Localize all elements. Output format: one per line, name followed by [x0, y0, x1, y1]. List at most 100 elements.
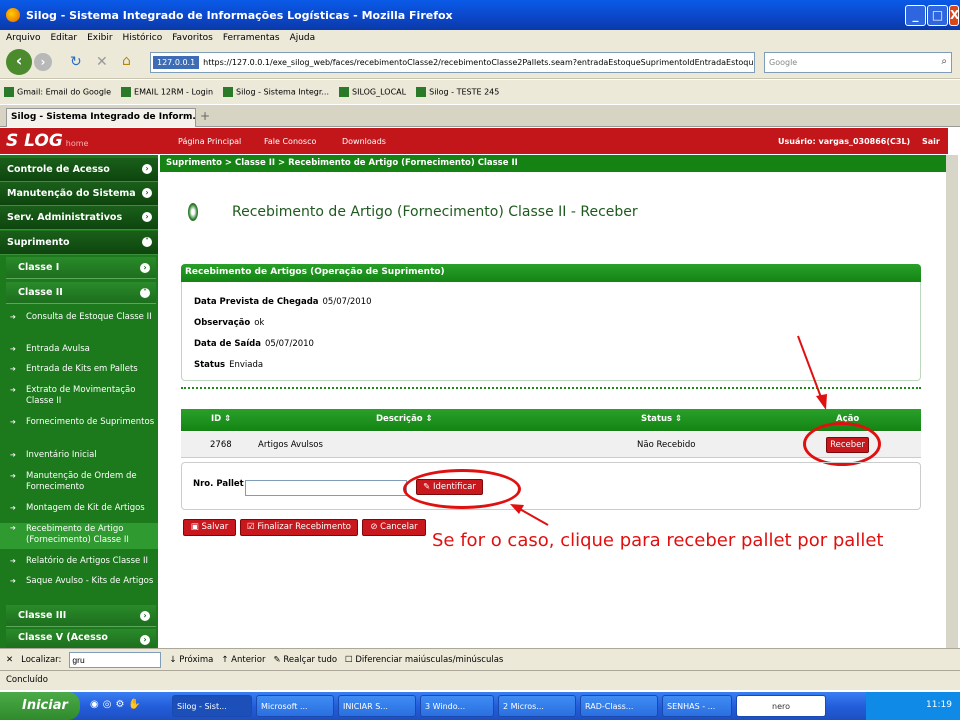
- expand-icon: ›: [140, 611, 150, 621]
- bookmark-icon: [223, 87, 234, 97]
- collapse-icon: ˅: [142, 237, 152, 247]
- home-icon[interactable]: ⌂: [122, 53, 131, 69]
- highlight-all-button[interactable]: ✎ Realçar tudo: [274, 655, 338, 665]
- downloads-link[interactable]: Downloads: [342, 137, 386, 146]
- menu-item-ordem-fornecimento[interactable]: Manutenção de Ordem de Fornecimento: [0, 471, 158, 493]
- expand-icon: ›: [142, 188, 152, 198]
- pallet-number-input[interactable]: [245, 480, 407, 496]
- bookmark-icon: [416, 87, 427, 97]
- task-iniciar[interactable]: INICIAR S...: [338, 695, 416, 717]
- bookmark-silog[interactable]: Silog - Sistema Integr...: [223, 87, 329, 97]
- menu-historico[interactable]: Histórico: [123, 33, 163, 43]
- maximize-button[interactable]: □: [927, 5, 948, 26]
- page-scrollbar[interactable]: [946, 155, 958, 648]
- annotation-text: Se for o caso, clique para receber palle…: [432, 530, 884, 551]
- menu-bar: Arquivo Editar Exibir Histórico Favorito…: [0, 30, 960, 45]
- search-placeholder: Google: [769, 58, 798, 67]
- forward-icon[interactable]: ›: [34, 53, 52, 71]
- menu-item-consulta-estoque[interactable]: Consulta de Estoque Classe II: [0, 312, 158, 323]
- find-prev-button[interactable]: ↑ Anterior: [221, 655, 265, 665]
- menu-item-montagem-kit[interactable]: Montagem de Kit de Artigos: [0, 503, 158, 514]
- task-windows[interactable]: 3 Windo...: [420, 695, 494, 717]
- app-header: S LOG home Página Principal Fale Conosco …: [0, 128, 948, 154]
- url-bar[interactable]: 127.0.0.1 https://127.0.0.1/exe_silog_we…: [150, 52, 755, 73]
- search-icon[interactable]: ⌕: [941, 56, 947, 67]
- arrowhead-icon: [816, 394, 827, 410]
- exit-link[interactable]: Sair: [922, 137, 940, 146]
- bookmark-email[interactable]: EMAIL 12RM - Login: [121, 87, 213, 97]
- field-departure-date: Data de Saída 05/07/2010: [194, 339, 314, 349]
- reload-icon[interactable]: ↻: [70, 54, 82, 70]
- url-text: https://127.0.0.1/exe_silog_web/faces/re…: [203, 58, 755, 67]
- expand-icon: ›: [142, 164, 152, 174]
- contact-link[interactable]: Fale Conosco: [264, 137, 316, 146]
- back-icon[interactable]: ‹: [6, 49, 32, 75]
- sidebar-item-servicos[interactable]: Serv. Administrativos ›: [0, 206, 158, 230]
- close-find-icon[interactable]: ✕: [6, 655, 13, 665]
- menu-ajuda[interactable]: Ajuda: [290, 33, 316, 43]
- close-button[interactable]: X: [949, 5, 959, 26]
- menu-item-relatorio[interactable]: Relatório de Artigos Classe II: [0, 556, 158, 567]
- start-button[interactable]: Iniciar: [0, 692, 80, 720]
- site-identity-badge[interactable]: 127.0.0.1: [153, 56, 200, 69]
- sidebar-item-suprimento[interactable]: Suprimento ˅: [0, 231, 158, 255]
- task-microsoft[interactable]: Microsoft ...: [256, 695, 334, 717]
- sidebar-item-classe-1[interactable]: Classe I ›: [6, 257, 156, 279]
- home-link[interactable]: Página Principal: [178, 137, 241, 146]
- bookmark-icon: [339, 87, 350, 97]
- find-input[interactable]: [69, 651, 162, 668]
- bookmark-silog-local[interactable]: SILOG_LOCAL: [339, 87, 406, 97]
- save-button[interactable]: ▣ Salvar: [183, 519, 236, 536]
- arrow-to-receber: [797, 335, 823, 401]
- sidebar-item-classe-3[interactable]: Classe III ›: [6, 605, 156, 627]
- menu-ferramentas[interactable]: Ferramentas: [223, 33, 280, 43]
- menu-item-entrada-kits[interactable]: Entrada de Kits em Pallets: [0, 364, 158, 375]
- find-next-button[interactable]: ↓ Próxima: [169, 655, 213, 665]
- col-description[interactable]: Descrição ⇕: [376, 414, 433, 424]
- field-expected-date: Data Prevista de Chegada 05/07/2010: [194, 297, 372, 307]
- task-nero[interactable]: nero: [736, 695, 826, 717]
- silog-logo[interactable]: S LOG home: [6, 131, 88, 151]
- menu-item-saque-avulso[interactable]: Saque Avulso - Kits de Artigos: [0, 576, 158, 587]
- menu-item-inventario[interactable]: Inventário Inicial: [0, 450, 158, 461]
- menu-item-fornecimento[interactable]: Fornecimento de Suprimentos: [0, 417, 158, 428]
- task-micros[interactable]: 2 Micros...: [498, 695, 576, 717]
- menu-item-entrada-avulsa[interactable]: Entrada Avulsa: [0, 344, 158, 355]
- sidebar-item-controle-acesso[interactable]: Controle de Acesso ›: [0, 158, 158, 182]
- col-id[interactable]: ID ⇕: [211, 414, 231, 424]
- tab-silog[interactable]: Silog - Sistema Integrado de Inform...: [6, 108, 196, 127]
- menu-item-extrato[interactable]: Extrato de Movimentação Classe II: [0, 385, 158, 407]
- menu-editar[interactable]: Editar: [50, 33, 77, 43]
- quicklaunch-icons[interactable]: ◉◎⚙✋: [90, 699, 145, 710]
- window-titlebar: Silog - Sistema Integrado de Informações…: [0, 0, 960, 30]
- arrowhead-icon: [510, 504, 524, 514]
- sidebar-item-classe-2[interactable]: Classe II ˅: [6, 282, 156, 304]
- bookmark-icon: [4, 87, 14, 97]
- sidebar-item-manutencao[interactable]: Manutenção do Sistema ›: [0, 182, 158, 206]
- expand-icon: ›: [140, 263, 150, 273]
- sidebar-item-classe-5[interactable]: Classe V (Acesso ›: [6, 629, 156, 649]
- menu-favoritos[interactable]: Favoritos: [172, 33, 213, 43]
- stop-icon[interactable]: ✕: [96, 54, 108, 70]
- finish-button[interactable]: ☑ Finalizar Recebimento: [240, 519, 358, 536]
- status-bar: Concluído: [0, 670, 960, 690]
- tab-strip: Silog - Sistema Integrado de Inform... +: [0, 105, 960, 127]
- cancel-icon: ⊘: [370, 522, 381, 532]
- task-rad[interactable]: RAD-Class...: [580, 695, 658, 717]
- panel-title: Recebimento de Artigos (Operação de Supr…: [181, 264, 921, 282]
- page-title: Recebimento de Artigo (Fornecimento) Cla…: [232, 204, 638, 220]
- menu-arquivo[interactable]: Arquivo: [6, 33, 40, 43]
- menu-item-recebimento[interactable]: Recebimento de Artigo (Fornecimento) Cla…: [0, 523, 158, 549]
- task-silog[interactable]: Silog - Sist...: [172, 695, 252, 717]
- task-senhas[interactable]: SENHAS - ...: [662, 695, 732, 717]
- new-tab-icon[interactable]: +: [200, 109, 210, 123]
- annotation-arrows: [510, 335, 827, 526]
- search-input[interactable]: Google ⌕: [764, 52, 952, 73]
- bookmark-silog-teste[interactable]: Silog - TESTE 245: [416, 87, 499, 97]
- minimize-button[interactable]: _: [905, 5, 926, 26]
- user-label: Usuário: vargas_030866(C3L): [778, 137, 911, 146]
- bookmark-gmail[interactable]: Gmail: Email do Google: [4, 87, 111, 97]
- match-case-checkbox[interactable]: ☐ Diferenciar maiúsculas/minúsculas: [345, 655, 503, 665]
- menu-exibir[interactable]: Exibir: [87, 33, 112, 43]
- cancel-button[interactable]: ⊘ Cancelar: [362, 519, 426, 536]
